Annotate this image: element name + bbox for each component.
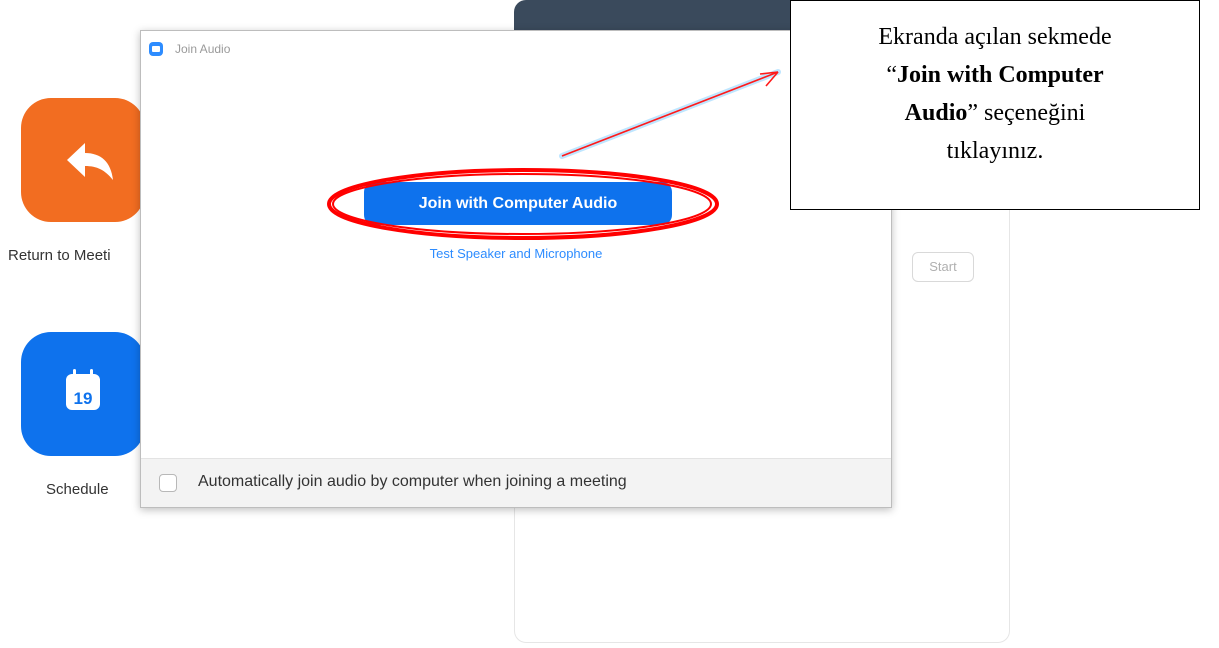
callout-quote-open: “ xyxy=(886,62,897,88)
dialog-footer: Automatically join audio by computer whe… xyxy=(141,458,891,507)
calendar-day: 19 xyxy=(74,389,93,408)
schedule-label: Schedule xyxy=(46,481,109,498)
join-with-computer-audio-button[interactable]: Join with Computer Audio xyxy=(364,182,672,225)
return-to-meeting-button[interactable] xyxy=(21,98,145,222)
calendar-icon: 19 xyxy=(66,369,100,410)
start-button[interactable]: Start xyxy=(912,252,974,282)
callout-line-1: Ekranda açılan sekmede xyxy=(878,24,1112,50)
zoom-app-icon xyxy=(149,42,163,56)
callout-quote-close: ” seçeneğini xyxy=(967,100,1086,126)
callout-bold-1: Join with Computer xyxy=(896,62,1104,88)
callout-line-4: tıklayınız. xyxy=(946,138,1044,164)
join-audio-dialog: Join Audio Join with Computer Audio Test… xyxy=(140,30,892,508)
auto-join-checkbox[interactable] xyxy=(159,474,177,492)
test-speaker-microphone-link[interactable]: Test Speaker and Microphone xyxy=(141,246,891,261)
dialog-title: Join Audio xyxy=(175,42,231,56)
callout-bold-2: Audio xyxy=(904,100,968,126)
instruction-callout: Ekranda açılan sekmede “Join with Comput… xyxy=(790,0,1200,210)
dialog-titlebar[interactable]: Join Audio xyxy=(141,31,891,67)
auto-join-checkbox-label[interactable]: Automatically join audio by computer whe… xyxy=(198,473,627,491)
callout-line-2: “Join with Computer xyxy=(791,56,1199,94)
schedule-button[interactable]: 19 xyxy=(21,332,145,456)
return-arrow-icon xyxy=(67,143,113,180)
callout-line-3: Audio” seçeneğini xyxy=(791,94,1199,132)
return-to-meeting-label: Return to Meeti xyxy=(8,247,111,264)
